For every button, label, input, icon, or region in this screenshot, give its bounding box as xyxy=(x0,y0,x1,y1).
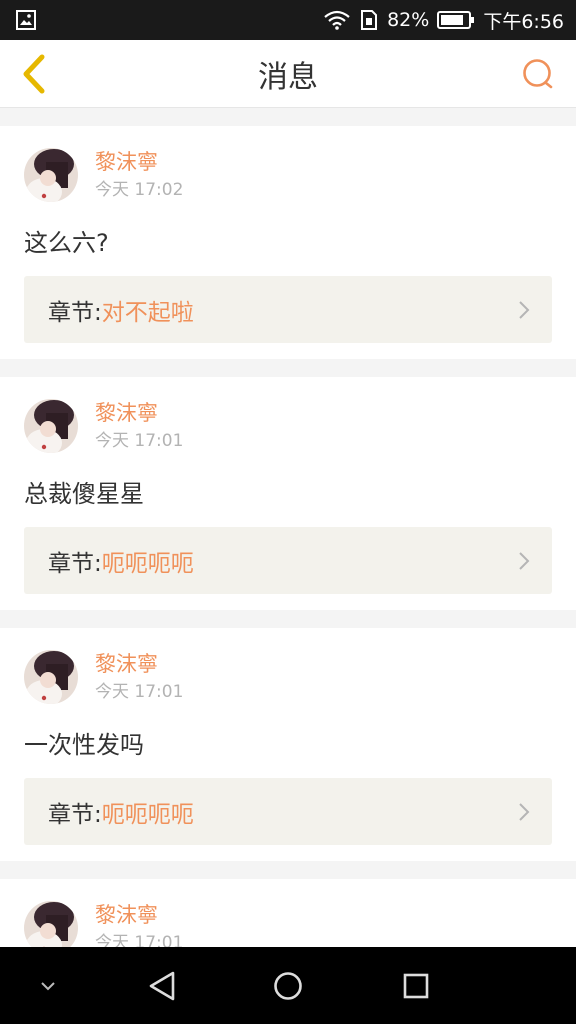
message-content: 这么六? xyxy=(24,229,109,257)
page-title: 消息 xyxy=(258,59,318,95)
chevron-down-icon xyxy=(41,981,55,990)
timestamp: 今天 17:02 xyxy=(95,180,184,200)
nav-back-button[interactable] xyxy=(138,947,186,1024)
chapter-link[interactable]: 章节: 呃呃呃呃 xyxy=(24,778,552,845)
avatar[interactable] xyxy=(24,901,78,947)
square-recents-icon xyxy=(403,973,429,998)
system-nav-bar xyxy=(0,947,576,1024)
sim-card-icon xyxy=(359,10,379,30)
message-content: 一次性发吗 xyxy=(24,731,144,759)
chapter-title: 呃呃呃呃 xyxy=(101,550,194,577)
nav-recents-button[interactable] xyxy=(392,947,440,1024)
avatar[interactable] xyxy=(24,650,78,704)
chevron-right-icon xyxy=(519,301,530,319)
battery-icon xyxy=(437,10,475,30)
username[interactable]: 黎沫寧 xyxy=(95,399,183,427)
message-content: 总裁傻星星 xyxy=(24,480,144,508)
message-card: 黎沫寧 今天 17:01 一次性发吗 章节: 呃呃呃呃 xyxy=(0,628,576,861)
nav-home-button[interactable] xyxy=(264,947,312,1024)
message-card: 黎沫寧 今天 17:02 这么六? 章节: 对不起啦 xyxy=(0,126,576,359)
app-header: 消息 xyxy=(0,40,576,108)
circle-home-icon xyxy=(274,971,302,1000)
chapter-label: 章节: xyxy=(48,801,102,828)
battery-percent: 82% xyxy=(387,9,430,31)
timestamp: 今天 17:01 xyxy=(95,431,184,451)
chevron-right-icon xyxy=(519,552,530,570)
search-button[interactable] xyxy=(520,56,556,92)
message-list: 黎沫寧 今天 17:02 这么六? 章节: 对不起啦 黎沫寧 今天 17:01 … xyxy=(0,108,576,947)
timestamp: 今天 17:01 xyxy=(95,933,184,947)
chapter-label: 章节: xyxy=(48,299,102,326)
chevron-right-icon xyxy=(519,803,530,821)
message-card: 黎沫寧 今天 17:01 xyxy=(0,879,576,947)
username[interactable]: 黎沫寧 xyxy=(95,650,183,678)
chapter-title: 对不起啦 xyxy=(101,299,194,326)
wifi-icon xyxy=(323,10,351,30)
chapter-link[interactable]: 章节: 呃呃呃呃 xyxy=(24,527,552,594)
timestamp: 今天 17:01 xyxy=(95,682,184,702)
triangle-back-icon xyxy=(149,971,175,1000)
clock: 下午6:56 xyxy=(483,10,564,33)
avatar[interactable] xyxy=(24,148,78,202)
avatar[interactable] xyxy=(24,399,78,453)
status-bar: 82% 下午6:56 xyxy=(0,0,576,40)
back-button[interactable] xyxy=(14,52,54,96)
username[interactable]: 黎沫寧 xyxy=(95,148,183,176)
chapter-link[interactable]: 章节: 对不起啦 xyxy=(24,276,552,343)
message-card: 黎沫寧 今天 17:01 总裁傻星星 章节: 呃呃呃呃 xyxy=(0,377,576,610)
chapter-title: 呃呃呃呃 xyxy=(101,801,194,828)
hide-nav-button[interactable] xyxy=(28,947,68,1024)
username[interactable]: 黎沫寧 xyxy=(95,901,183,929)
chapter-label: 章节: xyxy=(48,550,102,577)
chevron-left-icon xyxy=(23,54,45,94)
search-icon xyxy=(523,59,553,89)
gallery-notification-icon xyxy=(16,10,36,30)
